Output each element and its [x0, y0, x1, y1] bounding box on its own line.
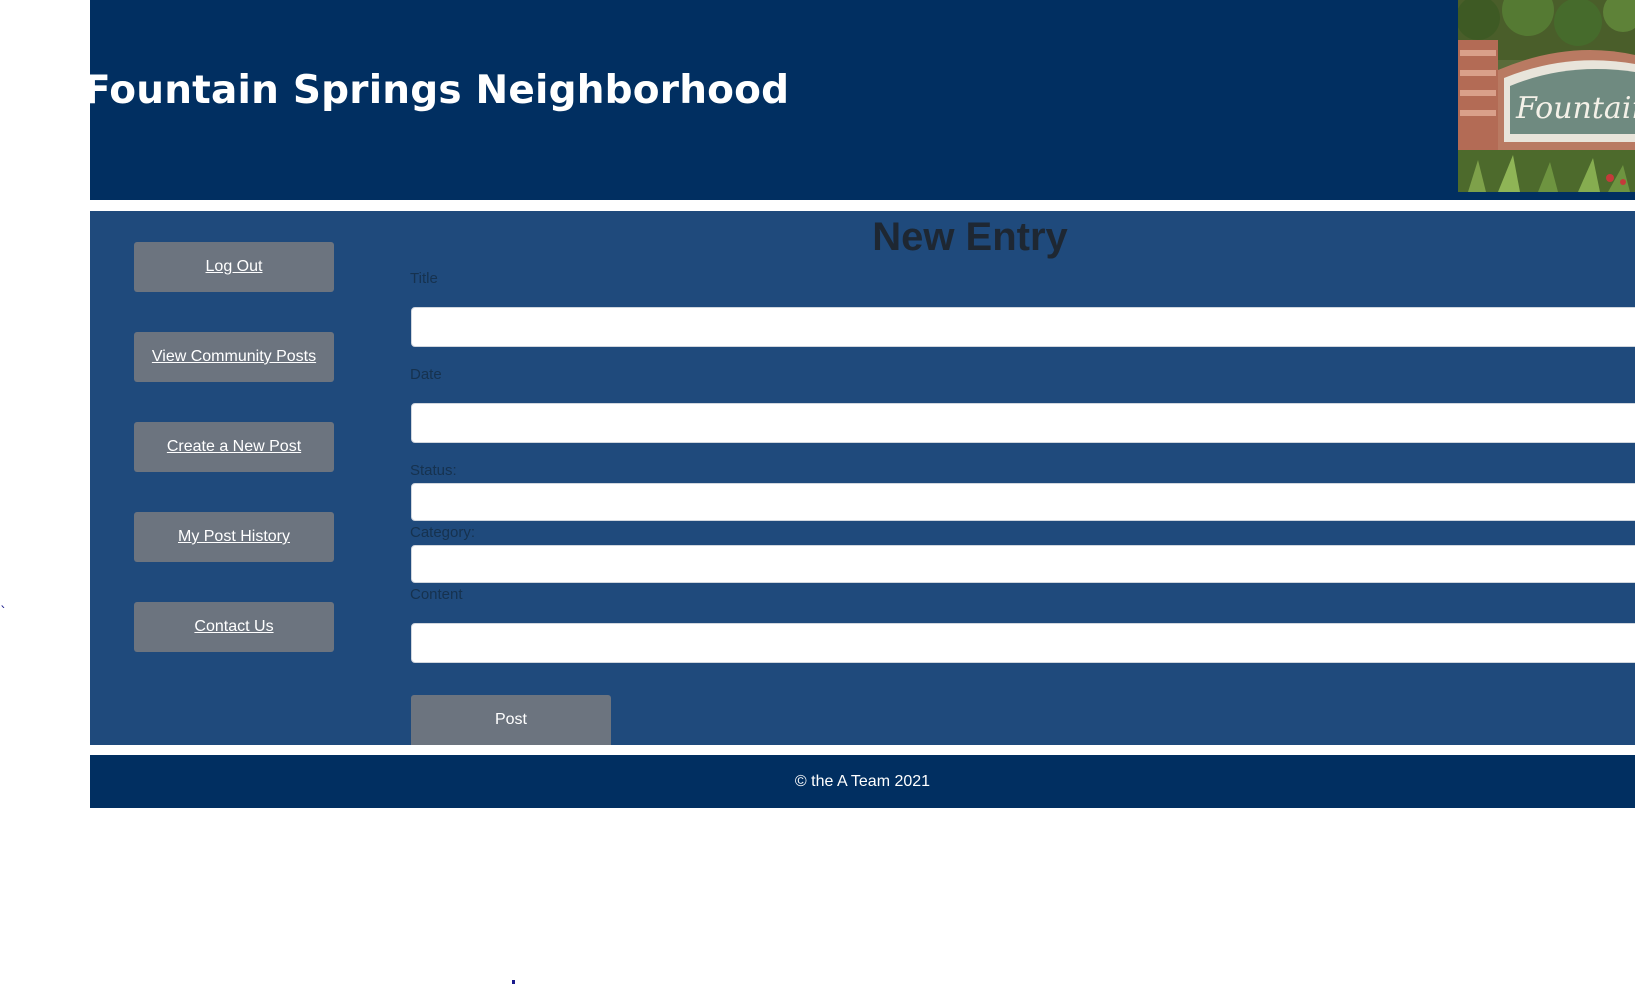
page: ` Fountain Springs Neighborhood Fountain… [0, 0, 1635, 988]
title-label: Title [410, 270, 438, 287]
site-header: Fountain Springs Neighborhood Fountain S [90, 0, 1635, 200]
status-input[interactable] [411, 483, 1635, 521]
site-footer: © the A Team 2021 [90, 755, 1635, 808]
category-label: Category: [410, 524, 476, 541]
copyright-text: © the A Team 2021 [794, 772, 931, 790]
sidebar-item-contact-us[interactable]: Contact Us [134, 602, 334, 652]
sidebar-item-my-post-history[interactable]: My Post History [134, 512, 334, 562]
sidebar-item-create-new-post[interactable]: Create a New Post [134, 422, 334, 472]
status-label: Status: [410, 462, 457, 479]
stray-glyph: ` [0, 605, 7, 621]
date-input[interactable] [411, 403, 1635, 443]
form-heading: New Entry [872, 215, 1068, 259]
sidebar-item-log-out[interactable]: Log Out [134, 242, 334, 292]
post-button[interactable]: Post [411, 695, 611, 745]
sign-lettering: Fountain S [1515, 91, 1635, 126]
date-label: Date [410, 366, 442, 383]
main-content: Log Out View Community Posts Create a Ne… [90, 211, 1635, 745]
title-input[interactable] [411, 307, 1635, 347]
category-input[interactable] [411, 545, 1635, 583]
site-title: Fountain Springs Neighborhood [90, 68, 790, 113]
content-label: Content [410, 586, 463, 603]
stray-dot [512, 980, 515, 984]
content-input[interactable] [411, 623, 1635, 663]
sidebar-item-view-community-posts[interactable]: View Community Posts [134, 332, 334, 382]
neighborhood-sign-photo: Fountain S [1458, 0, 1635, 192]
